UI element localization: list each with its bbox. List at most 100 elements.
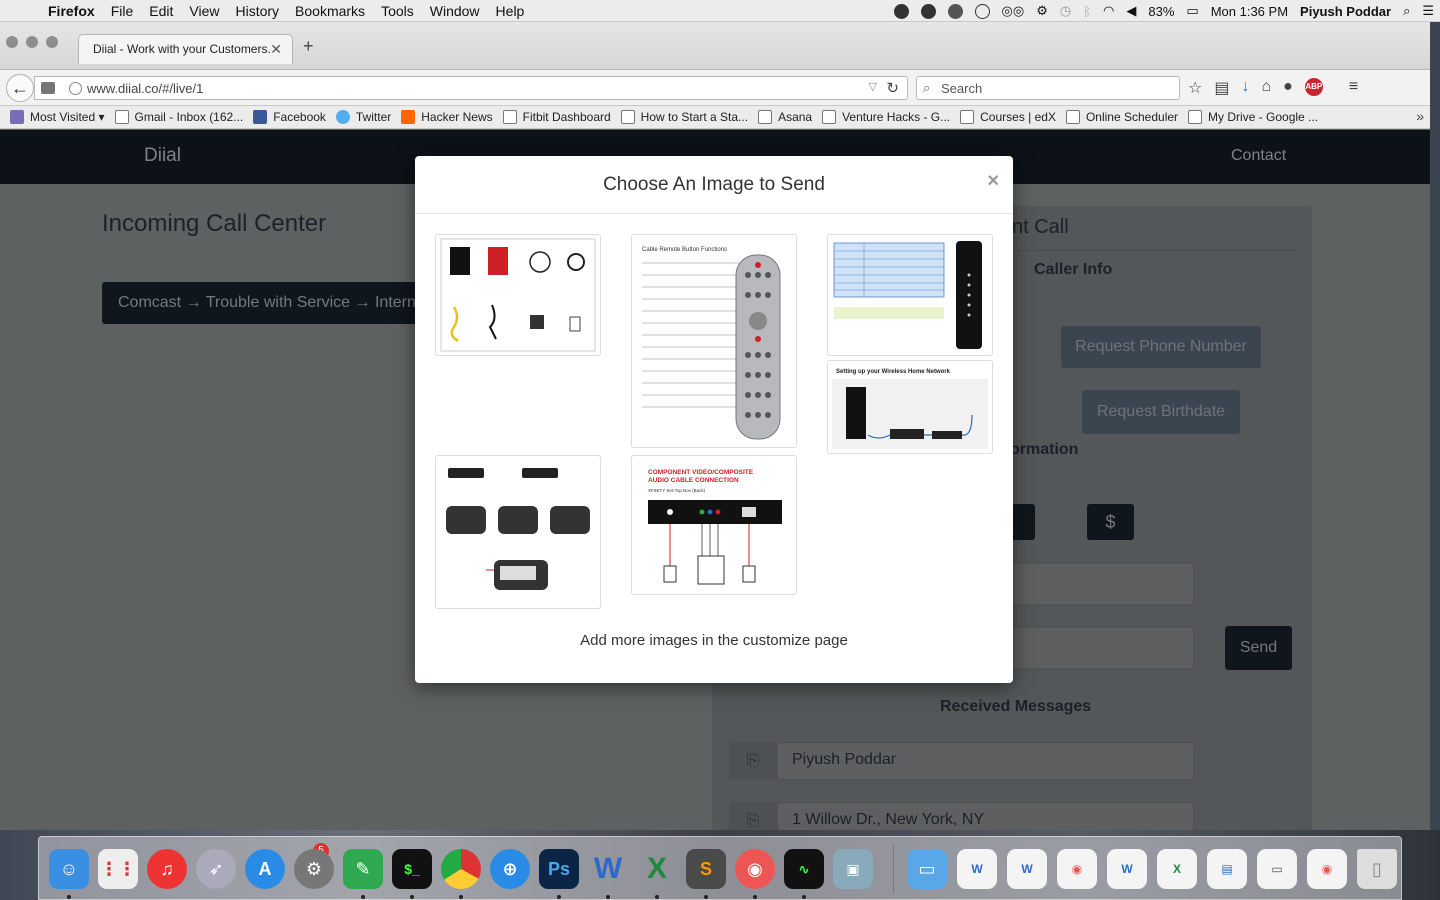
menu-hamburger-icon[interactable]: ≡ [1349,78,1358,98]
modal-close-button[interactable]: × [987,170,999,193]
close-tab-icon[interactable]: ✕ [270,41,282,58]
url-dropdown-icon[interactable]: ▽ [869,80,877,93]
tab-diial[interactable]: Diial - Work with your Customers. ✕ [78,34,293,64]
rocket-icon[interactable]: ➶ [196,849,236,889]
downloads-folder-icon[interactable]: ▭ [907,849,947,889]
time-machine-icon[interactable]: ◷ [1060,3,1071,19]
chat-icon[interactable]: ● [1283,78,1293,98]
gear-icon[interactable]: ⚙ [1036,3,1048,19]
firefox-icon[interactable]: ◉ [735,849,775,889]
bookmarks-overflow-chevron-icon[interactable]: » [1416,108,1424,124]
zoom-window-button[interactable] [46,36,58,48]
battery-icon[interactable]: ▭ [1186,3,1198,19]
menu-help[interactable]: Help [488,3,533,19]
reload-icon[interactable]: ↻ [886,79,899,97]
close-window-button[interactable] [6,36,18,48]
adblock-icon[interactable]: ABP [1304,78,1323,96]
photoshop-icon[interactable]: Ps [539,849,579,889]
trash-icon[interactable]: ▯ [1357,849,1397,889]
copy-icon[interactable]: ⎘ [729,802,777,830]
reading-list-icon[interactable]: ▤ [1214,78,1229,98]
bookmark-online-scheduler[interactable]: Online Scheduler [1065,110,1178,124]
bookmark-gmail[interactable]: Gmail - Inbox (162... [114,110,243,124]
finder-icon[interactable]: ☺ [49,849,89,889]
sublime-text-icon[interactable]: S [686,849,726,889]
url-bar[interactable]: www.diial.co/#/live/1 ▽ ↻ [34,76,908,100]
dropbox-icon[interactable] [920,3,936,19]
menu-app-name[interactable]: Firefox [40,3,103,19]
copy-icon[interactable]: ⎘ [729,742,777,780]
component-video-connection-image[interactable]: COMPONENT VIDEO/COMPOSITE AUDIO CABLE CO… [631,455,797,595]
user-name[interactable]: Piyush Poddar [1300,4,1391,19]
itunes-icon[interactable]: ♫ [147,849,187,889]
document-icon[interactable]: W [1107,849,1147,889]
modem-status-lights-image[interactable] [827,234,993,356]
wireless-network-setup-image[interactable]: Setting up your Wireless Home Network [827,360,993,454]
window-thumbnail-icon[interactable]: ◉ [1307,849,1347,889]
identity-grid-icon[interactable] [41,82,55,94]
bookmark-twitter[interactable]: Twitter [335,110,391,124]
window-thumbnail-icon[interactable]: ▭ [1257,849,1297,889]
do-not-disturb-icon[interactable] [974,3,990,19]
document-icon[interactable]: X [1157,849,1197,889]
battery-percent[interactable]: 83% [1148,4,1174,19]
excel-icon[interactable]: X [637,849,677,889]
bookmark-my-drive[interactable]: My Drive - Google ... [1188,110,1318,124]
bookmark-hacker-news[interactable]: Hacker News [401,110,493,124]
app-store-icon[interactable]: A [245,849,285,889]
clock[interactable]: Mon 1:36 PM [1211,4,1288,19]
document-icon[interactable]: ◉ [1057,849,1097,889]
call-route-button[interactable]: Comcast → Trouble with Service → Interne… [102,282,422,324]
menu-file[interactable]: File [103,3,142,19]
glasses-icon[interactable]: ◎◎ [1002,3,1025,19]
bookmark-fitbit[interactable]: Fitbit Dashboard [502,110,611,124]
terminal-icon[interactable]: $_ [392,849,432,889]
document-icon[interactable]: ▤ [1207,849,1247,889]
preview-icon[interactable]: ▣ [833,849,873,889]
message-input[interactable] [1012,627,1194,669]
set-top-box-connection-image[interactable] [435,455,601,609]
document-icon[interactable]: W [957,849,997,889]
bookmark-edx[interactable]: Courses | edX [960,110,1056,124]
word-icon[interactable]: W [588,849,628,889]
chrome-icon[interactable] [441,849,481,889]
spotlight-icon[interactable]: ⌕ [1403,3,1410,19]
downloads-icon[interactable]: ↓ [1241,78,1249,98]
send-button[interactable]: Send [1225,626,1292,670]
volume-icon[interactable]: ◀ [1126,3,1136,19]
site-brand[interactable]: Diial [144,145,181,167]
menu-bookmarks[interactable]: Bookmarks [287,3,373,19]
activity-monitor-icon[interactable]: ∿ [784,849,824,889]
safari-icon[interactable]: ⊕ [490,849,530,889]
search-input[interactable]: ⌕ Search [916,76,1180,100]
dollar-button[interactable]: $ [1087,504,1134,540]
notification-center-icon[interactable]: ☰ [1422,3,1434,19]
request-phone-button[interactable]: Request Phone Number [1061,326,1261,368]
bookmark-start-startup[interactable]: How to Start a Sta... [620,110,748,124]
minimize-window-button[interactable] [26,36,38,48]
menu-window[interactable]: Window [422,3,488,19]
info-input[interactable] [1012,563,1194,605]
cloud-icon[interactable] [893,3,909,19]
home-icon[interactable]: ⌂ [1261,78,1271,98]
wifi-icon[interactable]: ◠ [1103,3,1114,19]
request-birthdate-button[interactable]: Request Birthdate [1082,390,1240,434]
xfinity-kit-contents-image[interactable] [435,234,601,356]
new-tab-button[interactable]: + [303,36,314,57]
bookmark-venture-hacks[interactable]: Venture Hacks - G... [822,110,950,124]
bluetooth-icon[interactable]: ᛒ [1083,4,1091,19]
bookmark-asana[interactable]: Asana [758,110,812,124]
document-icon[interactable]: W [1007,849,1047,889]
menu-view[interactable]: View [181,3,227,19]
bookmark-most-visited[interactable]: Most Visited ▾ [10,110,105,124]
system-preferences-icon[interactable]: ⚙ [294,849,334,889]
customize-page-link[interactable]: Add more images in the customize page [415,632,1013,649]
bookmark-star-icon[interactable]: ☆ [1188,78,1202,98]
nav-contact-link[interactable]: Contact [1231,147,1286,165]
menu-tools[interactable]: Tools [373,3,422,19]
menu-history[interactable]: History [227,3,287,19]
cable-remote-diagram-image[interactable]: Cable Remote Button Functions [631,234,797,448]
bookmark-facebook[interactable]: Facebook [253,110,326,124]
evernote-icon[interactable] [947,3,963,19]
menu-edit[interactable]: Edit [141,3,181,19]
